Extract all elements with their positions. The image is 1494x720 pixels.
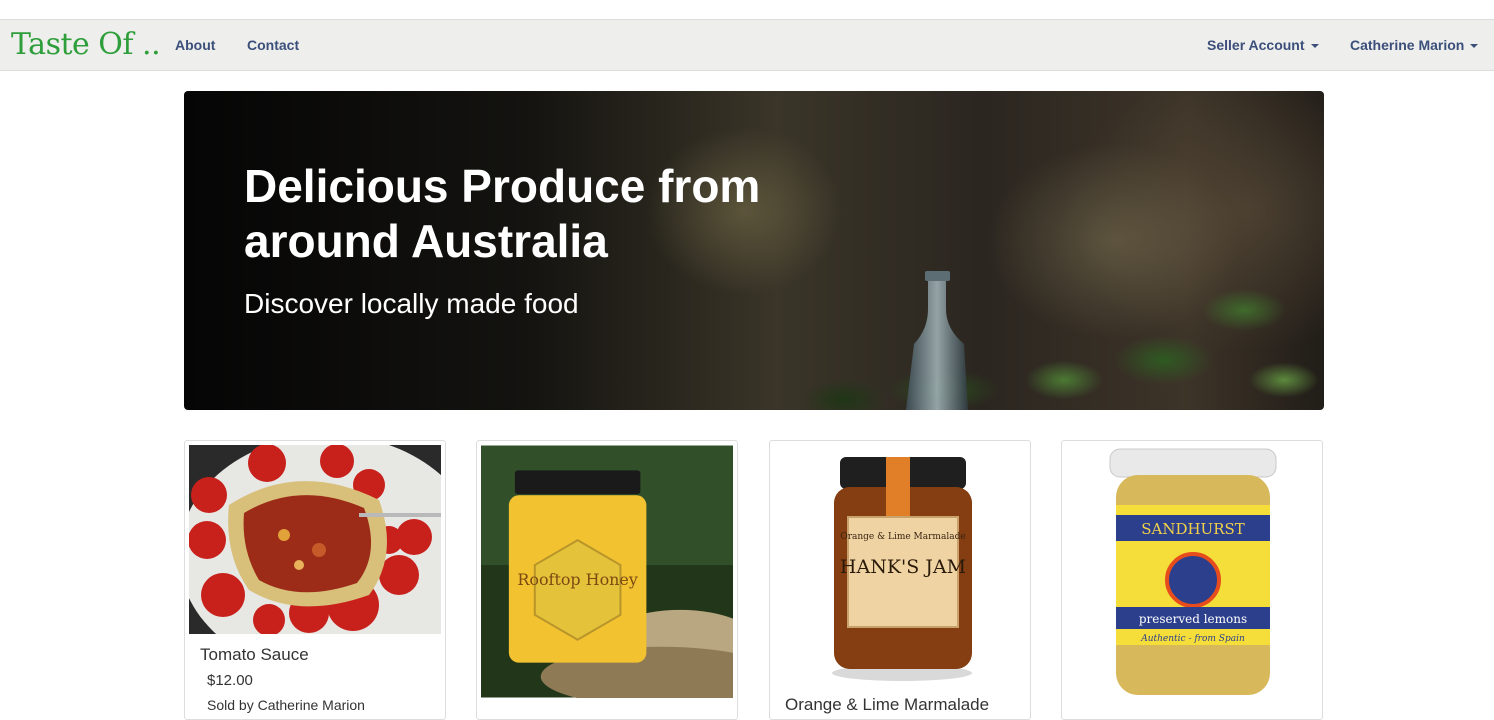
lemons-tagline-text: Authentic - from Spain: [1140, 634, 1245, 644]
glass-bottle-image: [906, 271, 968, 410]
preserved-lemons-image[interactable]: SANDHURST preserved lemons Authentic - f…: [1066, 445, 1318, 700]
tomato-sauce-image[interactable]: [189, 445, 441, 634]
rooftop-honey-image[interactable]: Rooftop Honey: [481, 445, 733, 698]
jam-brand-text: HANK'S JAM: [840, 556, 966, 578]
product-card[interactable]: Orange & Lime Marmalade HANK'S JAM Orang…: [769, 440, 1031, 720]
product-card[interactable]: SANDHURST preserved lemons Authentic - f…: [1061, 440, 1323, 720]
navbar: Taste Of .. About Contact Seller Account…: [0, 19, 1494, 71]
honey-label-text: Rooftop Honey: [517, 570, 637, 589]
user-name-label: Catherine Marion: [1350, 37, 1465, 53]
lemons-label-text: preserved lemons: [1139, 612, 1247, 626]
product-card[interactable]: Rooftop Honey: [476, 440, 738, 720]
caret-down-icon: [1470, 44, 1479, 49]
hero-banner: Delicious Produce from around Australia …: [184, 91, 1324, 410]
product-name[interactable]: Tomato Sauce: [200, 645, 309, 665]
hanks-jam-image[interactable]: Orange & Lime Marmalade HANK'S JAM: [774, 445, 1026, 685]
product-name[interactable]: Orange & Lime Marmalade: [785, 695, 989, 715]
product-card[interactable]: Tomato Sauce $12.00 Sold by Catherine Ma…: [184, 440, 446, 720]
lemons-brand-text: SANDHURST: [1141, 520, 1245, 538]
caret-down-icon: [1310, 44, 1319, 49]
brand-logo-link[interactable]: Taste Of ..: [11, 27, 161, 62]
product-price: $12.00: [207, 672, 253, 689]
product-seller: Sold by Catherine Marion: [207, 697, 365, 713]
top-spacer: [0, 0, 1494, 19]
seller-account-label: Seller Account: [1207, 37, 1305, 53]
hero-subtitle: Discover locally made food: [244, 288, 579, 319]
nav-contact-link[interactable]: Contact: [247, 37, 299, 53]
jam-label-top-text: Orange & Lime Marmalade: [840, 532, 965, 542]
nav-about-link[interactable]: About: [175, 37, 215, 53]
seller-account-dropdown[interactable]: Seller Account: [1207, 37, 1319, 53]
hero-title: Delicious Produce from around Australia: [244, 160, 761, 267]
user-menu-dropdown[interactable]: Catherine Marion: [1350, 37, 1479, 53]
